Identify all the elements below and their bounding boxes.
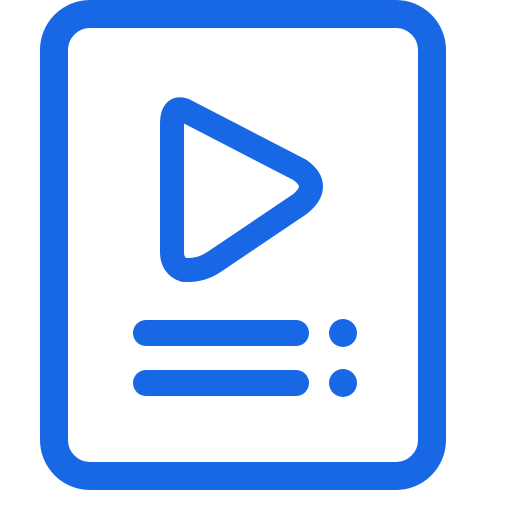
video-playlist-document-icon [40, 0, 446, 490]
list-dot-1 [329, 319, 357, 347]
play-icon [160, 97, 323, 282]
list-dot-2 [329, 369, 357, 397]
icon-canvas [0, 0, 512, 512]
